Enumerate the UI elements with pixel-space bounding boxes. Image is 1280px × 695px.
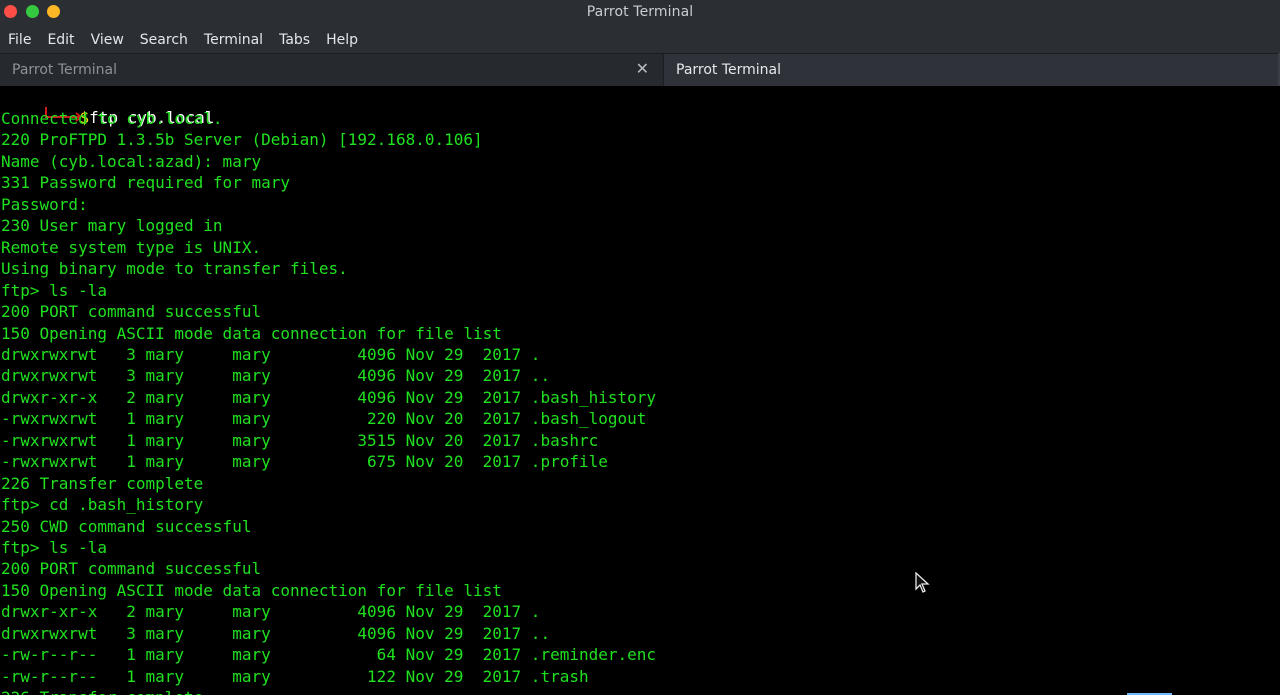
mouse-pointer-icon <box>915 571 931 598</box>
terminal-line: ftp> ls -la <box>1 281 107 300</box>
terminal-line: -rw-r--r-- 1 mary mary 122 Nov 29 2017 .… <box>1 667 589 686</box>
menu-help[interactable]: Help <box>318 27 366 53</box>
terminal-line: Connected to cyb.local. <box>1 109 223 128</box>
terminal-line: Using binary mode to transfer files. <box>1 259 348 278</box>
terminal-line: Password: <box>1 195 88 214</box>
terminal-line: drwxrwxrwt 3 mary mary 4096 Nov 29 2017 … <box>1 624 551 643</box>
tab-label: Parrot Terminal <box>676 62 782 78</box>
shell-prompt: $ftp cyb.local <box>1 86 214 127</box>
menu-terminal[interactable]: Terminal <box>196 27 271 53</box>
close-icon[interactable]: ✕ <box>636 61 649 77</box>
menu-edit[interactable]: Edit <box>39 27 82 53</box>
terminal-line: 226 Transfer complete <box>1 474 204 493</box>
terminal-line: -rwxrwxrwt 1 mary mary 220 Nov 20 2017 .… <box>1 409 647 428</box>
terminal-line: Name (cyb.local:azad): mary <box>1 152 262 171</box>
terminal-line: drwxrwxrwt 3 mary mary 4096 Nov 29 2017 … <box>1 366 551 385</box>
terminal-line: 150 Opening ASCII mode data connection f… <box>1 324 502 343</box>
terminal-line: drwxrwxrwt 3 mary mary 4096 Nov 29 2017 … <box>1 345 541 364</box>
menu-file[interactable]: File <box>0 27 39 53</box>
terminal-line: 250 CWD command successful <box>1 517 252 536</box>
menu-view[interactable]: View <box>83 27 132 53</box>
menu-search[interactable]: Search <box>132 27 196 53</box>
tab-parrot-terminal-1[interactable]: Parrot Terminal ✕ <box>0 54 663 86</box>
window-titlebar: Parrot Terminal <box>0 0 1280 26</box>
terminal-line: 150 Opening ASCII mode data connection f… <box>1 581 502 600</box>
terminal-line: drwxr-xr-x 2 mary mary 4096 Nov 29 2017 … <box>1 388 657 407</box>
terminal-line: -rwxrwxrwt 1 mary mary 675 Nov 20 2017 .… <box>1 452 608 471</box>
tab-parrot-terminal-2[interactable]: Parrot Terminal <box>663 54 1280 86</box>
terminal-output[interactable]: $ftp cyb.local Connected to cyb.local. 22… <box>0 86 1280 695</box>
tab-bar: Parrot Terminal ✕ Parrot Terminal <box>0 53 1280 86</box>
terminal-line: 200 PORT command successful <box>1 559 262 578</box>
terminal-line: Remote system type is UNIX. <box>1 238 262 257</box>
terminal-line: 331 Password required for mary <box>1 173 290 192</box>
menu-bar: File Edit View Search Terminal Tabs Help <box>0 26 1280 53</box>
terminal-line: ftp> ls -la <box>1 538 107 557</box>
menu-tabs[interactable]: Tabs <box>271 27 318 53</box>
terminal-line: ftp> cd .bash_history <box>1 495 204 514</box>
terminal-line: -rw-r--r-- 1 mary mary 64 Nov 29 2017 .r… <box>1 645 657 664</box>
terminal-line: 200 PORT command successful <box>1 302 262 321</box>
terminal-line: 226 Transfer complete <box>1 687 203 695</box>
terminal-line: 230 User mary logged in <box>1 216 223 235</box>
terminal-line: -rwxrwxrwt 1 mary mary 3515 Nov 20 2017 … <box>1 431 599 450</box>
tab-label: Parrot Terminal <box>12 62 118 78</box>
terminal-line: 220 ProFTPD 1.3.5b Server (Debian) [192.… <box>1 130 483 149</box>
window-title: Parrot Terminal <box>586 4 694 20</box>
terminal-line: drwxr-xr-x 2 mary mary 4096 Nov 29 2017 … <box>1 602 541 621</box>
